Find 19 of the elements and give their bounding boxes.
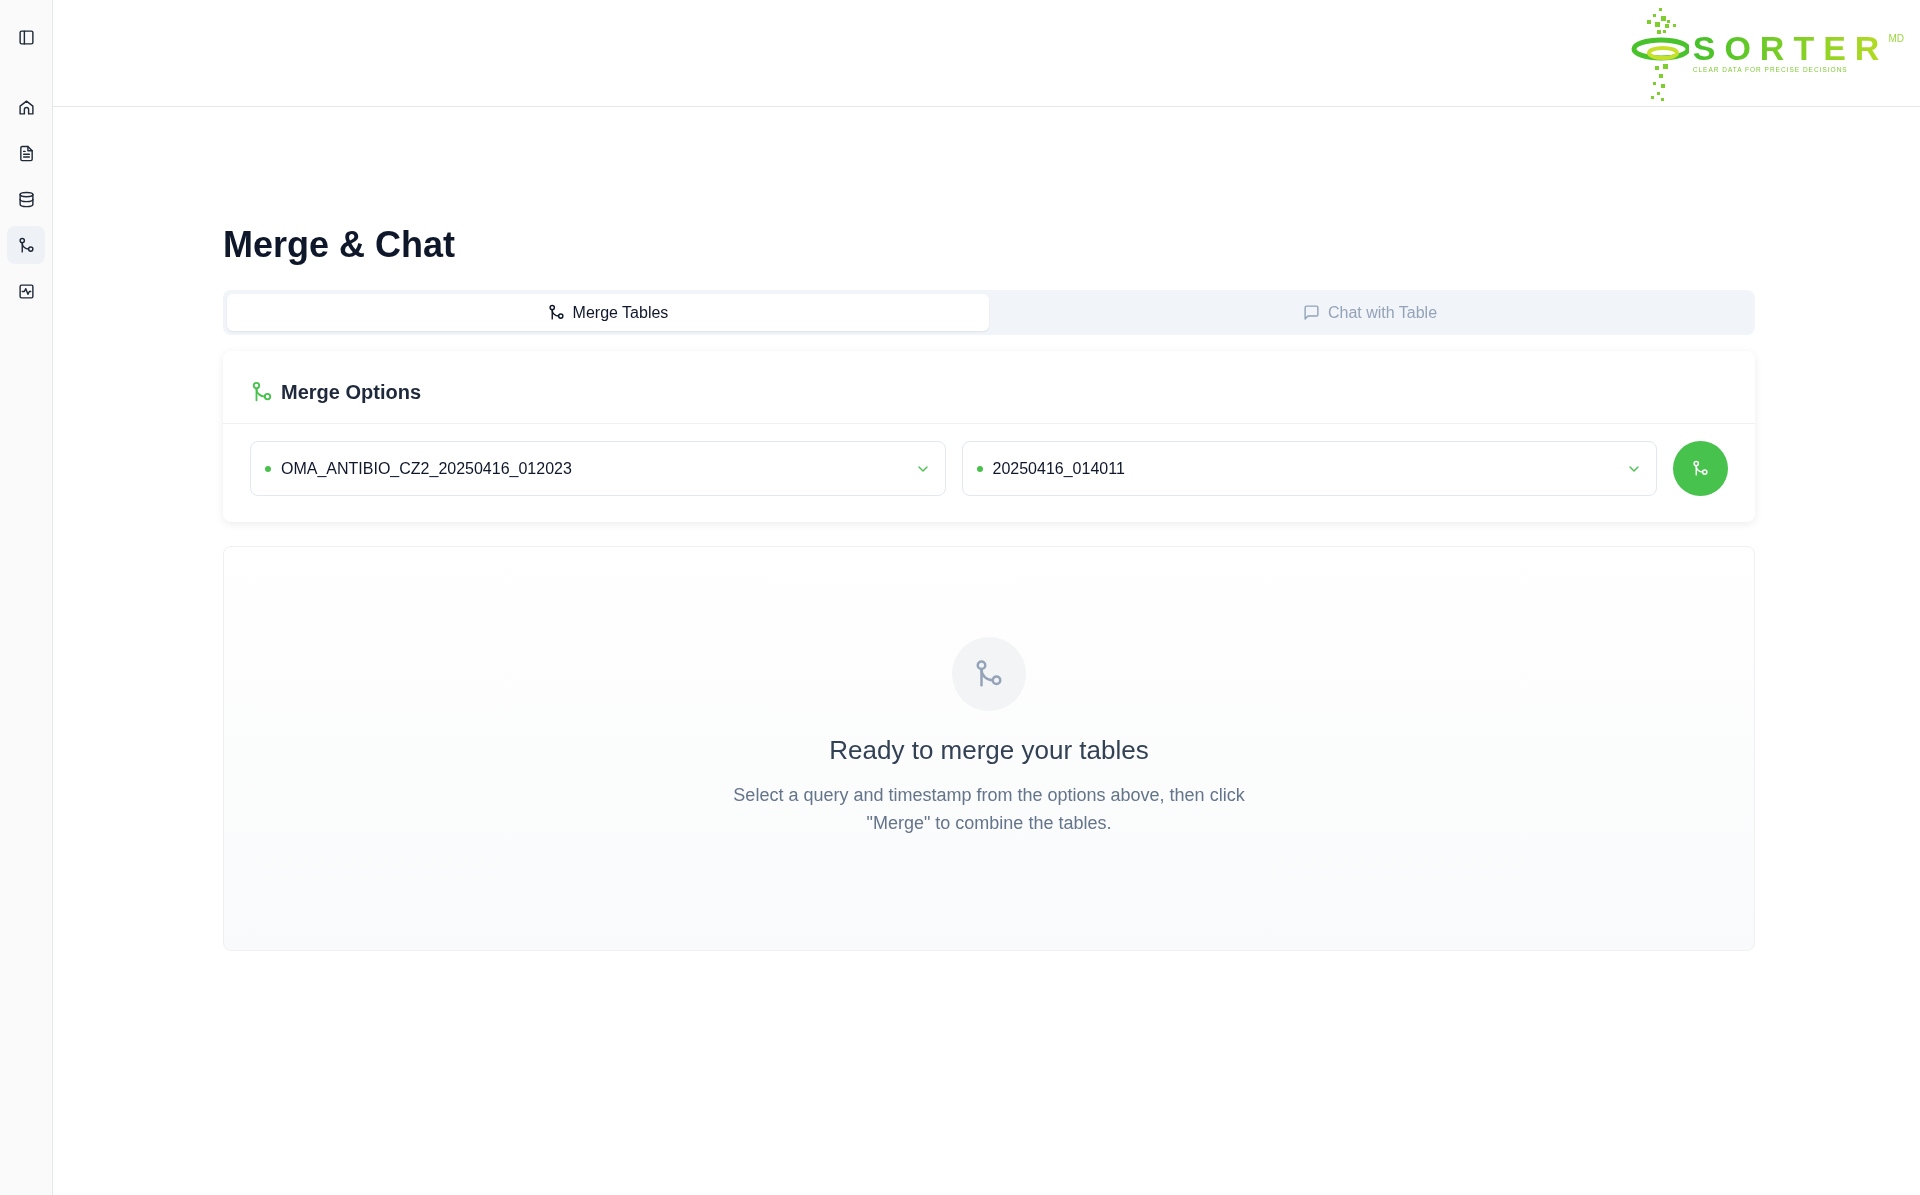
- home-icon: [17, 98, 35, 116]
- card-title: Merge Options: [281, 380, 421, 406]
- branch-icon: [1692, 460, 1709, 478]
- empty-state-text: Select a query and timestamp from the options above, then click "Merge" to combine the tables.: [732, 784, 1246, 836]
- select-field[interactable]: OMA_ANTIBIO_CZ2_20250416_012023: [250, 441, 946, 497]
- chat-bubble-icon: [1302, 304, 1320, 322]
- sidebar-item[interactable]: [7, 226, 45, 264]
- page-title: Merge & Chat: [223, 223, 457, 267]
- database-icon: [17, 190, 35, 208]
- logo-superscript: MD: [1888, 32, 1904, 47]
- select-field[interactable]: 20250416_014011: [961, 441, 1657, 497]
- sidebar-panel-icon: [17, 28, 35, 46]
- empty-state-title: Ready to merge your tables: [829, 735, 1149, 767]
- document-icon: [17, 144, 35, 162]
- activity-icon: [17, 282, 35, 300]
- branch-icon: [251, 381, 273, 404]
- tab[interactable]: Merge Tables: [227, 294, 989, 332]
- branch-icon: [17, 236, 35, 254]
- branch-icon: [547, 304, 565, 322]
